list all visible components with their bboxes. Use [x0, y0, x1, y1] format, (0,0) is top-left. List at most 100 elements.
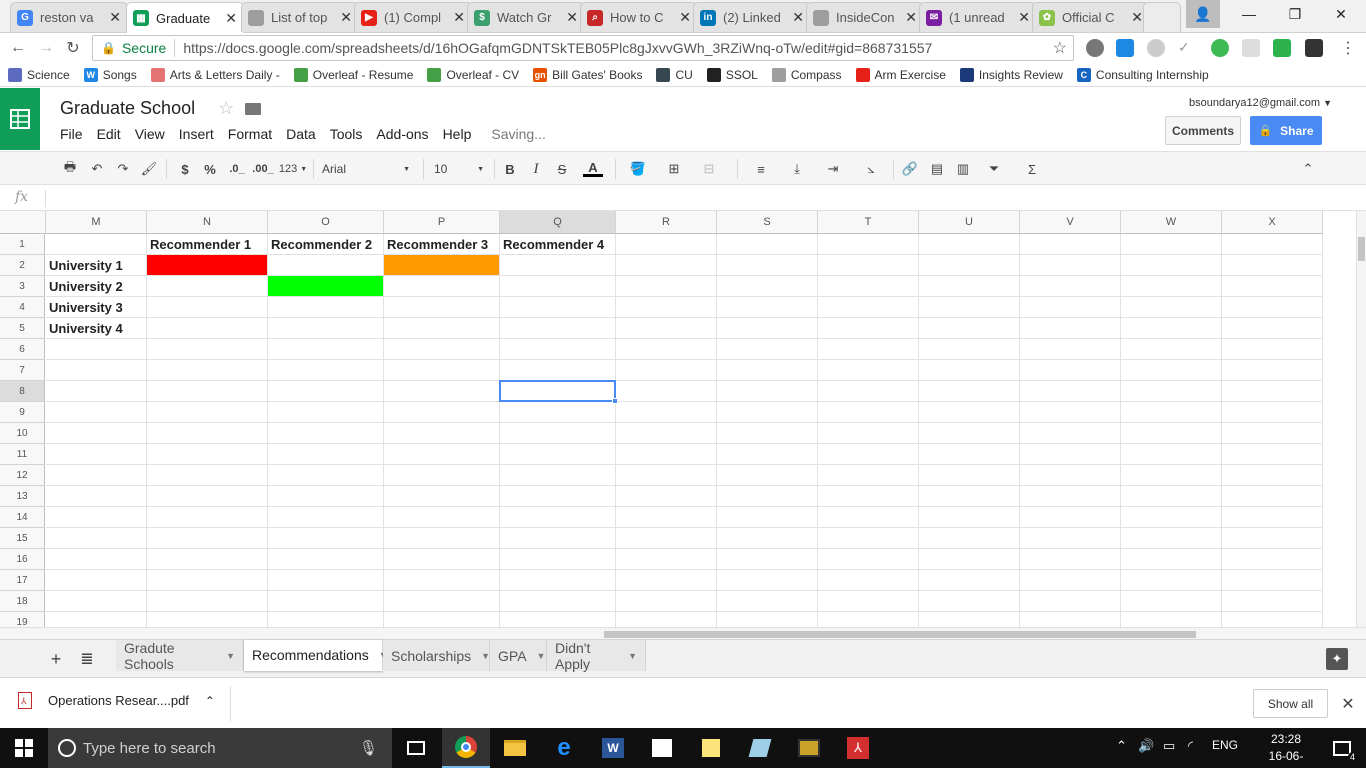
- close-tab-icon[interactable]: ✕: [109, 9, 121, 26]
- chevron-down-icon[interactable]: ▼: [226, 651, 235, 661]
- cell-O3[interactable]: [268, 276, 384, 297]
- cell-Q9[interactable]: [500, 402, 616, 423]
- cell-V9[interactable]: [1020, 402, 1121, 423]
- cell-S19[interactable]: [717, 612, 818, 627]
- column-header[interactable]: P: [384, 211, 500, 234]
- cell-S14[interactable]: [717, 507, 818, 528]
- chevron-up-icon[interactable]: ⌃: [205, 694, 215, 708]
- spreadsheet-grid[interactable]: M N O P Q R S T U V W X 1 Recommender 1 Recommender 2R…: [0, 211, 1356, 627]
- add-sheet-button[interactable]: +: [46, 648, 66, 670]
- cell-O7[interactable]: [268, 360, 384, 381]
- horizontal-scrollbar[interactable]: [0, 627, 1366, 639]
- text-rotation-icon[interactable]: ⦣: [856, 158, 886, 180]
- cell-M7[interactable]: [46, 360, 147, 381]
- cell-O13[interactable]: [268, 486, 384, 507]
- row-header[interactable]: 15: [0, 528, 45, 549]
- cell-Q1[interactable]: Recommender 4: [500, 234, 616, 255]
- cell-S5[interactable]: [717, 318, 818, 339]
- close-tab-icon[interactable]: ✕: [340, 9, 352, 26]
- vertical-scrollbar[interactable]: [1356, 211, 1366, 627]
- bookmark-item[interactable]: C Consulting Internship: [1076, 67, 1209, 82]
- cell-W17[interactable]: [1121, 570, 1222, 591]
- chevron-down-icon[interactable]: ▼: [481, 651, 490, 661]
- paint-format-icon[interactable]: 🖌: [139, 158, 159, 180]
- cell-O5[interactable]: [268, 318, 384, 339]
- cell-N15[interactable]: [147, 528, 268, 549]
- cell-U1[interactable]: [919, 234, 1020, 255]
- cell-O16[interactable]: [268, 549, 384, 570]
- cell-X9[interactable]: [1222, 402, 1323, 423]
- menu-tools[interactable]: Tools: [330, 126, 363, 142]
- cell-S7[interactable]: [717, 360, 818, 381]
- show-all-downloads-button[interactable]: Show all: [1253, 689, 1328, 718]
- undo-icon[interactable]: ↶: [87, 158, 107, 180]
- cell-Q4[interactable]: [500, 297, 616, 318]
- cell-W15[interactable]: [1121, 528, 1222, 549]
- sheet-tab[interactable]: Recommendations▼: [244, 640, 388, 671]
- cell-S2[interactable]: [717, 255, 818, 276]
- back-button[interactable]: ←: [8, 38, 28, 58]
- cell-T16[interactable]: [818, 549, 919, 570]
- cell-V5[interactable]: [1020, 318, 1121, 339]
- cell-V18[interactable]: [1020, 591, 1121, 612]
- cell-Q3[interactable]: [500, 276, 616, 297]
- cell-O12[interactable]: [268, 465, 384, 486]
- text-wrapping-icon[interactable]: ⇥: [817, 158, 849, 180]
- cell-P8[interactable]: [384, 381, 500, 402]
- cell-M16[interactable]: [46, 549, 147, 570]
- close-tab-icon[interactable]: ✕: [679, 9, 691, 26]
- cell-R2[interactable]: [616, 255, 717, 276]
- cell-X10[interactable]: [1222, 423, 1323, 444]
- cell-U14[interactable]: [919, 507, 1020, 528]
- cell-R8[interactable]: [616, 381, 717, 402]
- cell-X11[interactable]: [1222, 444, 1323, 465]
- row-header[interactable]: 4: [0, 297, 45, 318]
- cell-N3[interactable]: [147, 276, 268, 297]
- cell-X2[interactable]: [1222, 255, 1323, 276]
- cell-R11[interactable]: [616, 444, 717, 465]
- cell-M6[interactable]: [46, 339, 147, 360]
- cell-X15[interactable]: [1222, 528, 1323, 549]
- cell-T7[interactable]: [818, 360, 919, 381]
- cell-W3[interactable]: [1121, 276, 1222, 297]
- bookmark-item[interactable]: W Songs: [83, 67, 137, 82]
- cell-P16[interactable]: [384, 549, 500, 570]
- cell-P19[interactable]: [384, 612, 500, 627]
- cell-V2[interactable]: [1020, 255, 1121, 276]
- cell-U2[interactable]: [919, 255, 1020, 276]
- store-icon[interactable]: [638, 728, 686, 768]
- column-header[interactable]: S: [717, 211, 818, 234]
- cell-Q14[interactable]: [500, 507, 616, 528]
- cell-P2[interactable]: [384, 255, 500, 276]
- cell-V1[interactable]: [1020, 234, 1121, 255]
- cell-U7[interactable]: [919, 360, 1020, 381]
- cell-V17[interactable]: [1020, 570, 1121, 591]
- cell-Q13[interactable]: [500, 486, 616, 507]
- cell-V13[interactable]: [1020, 486, 1121, 507]
- cell-T2[interactable]: [818, 255, 919, 276]
- cell-Q12[interactable]: [500, 465, 616, 486]
- cell-N4[interactable]: [147, 297, 268, 318]
- cell-R17[interactable]: [616, 570, 717, 591]
- chrome-icon[interactable]: [442, 728, 490, 768]
- profile-icon[interactable]: 👤: [1186, 0, 1220, 28]
- cell-N13[interactable]: [147, 486, 268, 507]
- menu-data[interactable]: Data: [286, 126, 316, 142]
- cell-P9[interactable]: [384, 402, 500, 423]
- cell-R19[interactable]: [616, 612, 717, 627]
- media-app-icon[interactable]: [785, 728, 833, 768]
- cell-U8[interactable]: [919, 381, 1020, 402]
- wifi-icon[interactable]: ◜: [1188, 738, 1193, 754]
- sheet-tab[interactable]: Scholarships ▼: [383, 640, 490, 671]
- cell-W12[interactable]: [1121, 465, 1222, 486]
- collapse-menu-icon[interactable]: ⌃: [1298, 158, 1318, 180]
- cell-O8[interactable]: [268, 381, 384, 402]
- cell-Q18[interactable]: [500, 591, 616, 612]
- cell-O4[interactable]: [268, 297, 384, 318]
- chevron-down-icon[interactable]: ▼: [537, 651, 546, 661]
- cell-V15[interactable]: [1020, 528, 1121, 549]
- cell-X1[interactable]: [1222, 234, 1323, 255]
- column-header[interactable]: W: [1121, 211, 1222, 234]
- cell-M14[interactable]: [46, 507, 147, 528]
- cell-R1[interactable]: [616, 234, 717, 255]
